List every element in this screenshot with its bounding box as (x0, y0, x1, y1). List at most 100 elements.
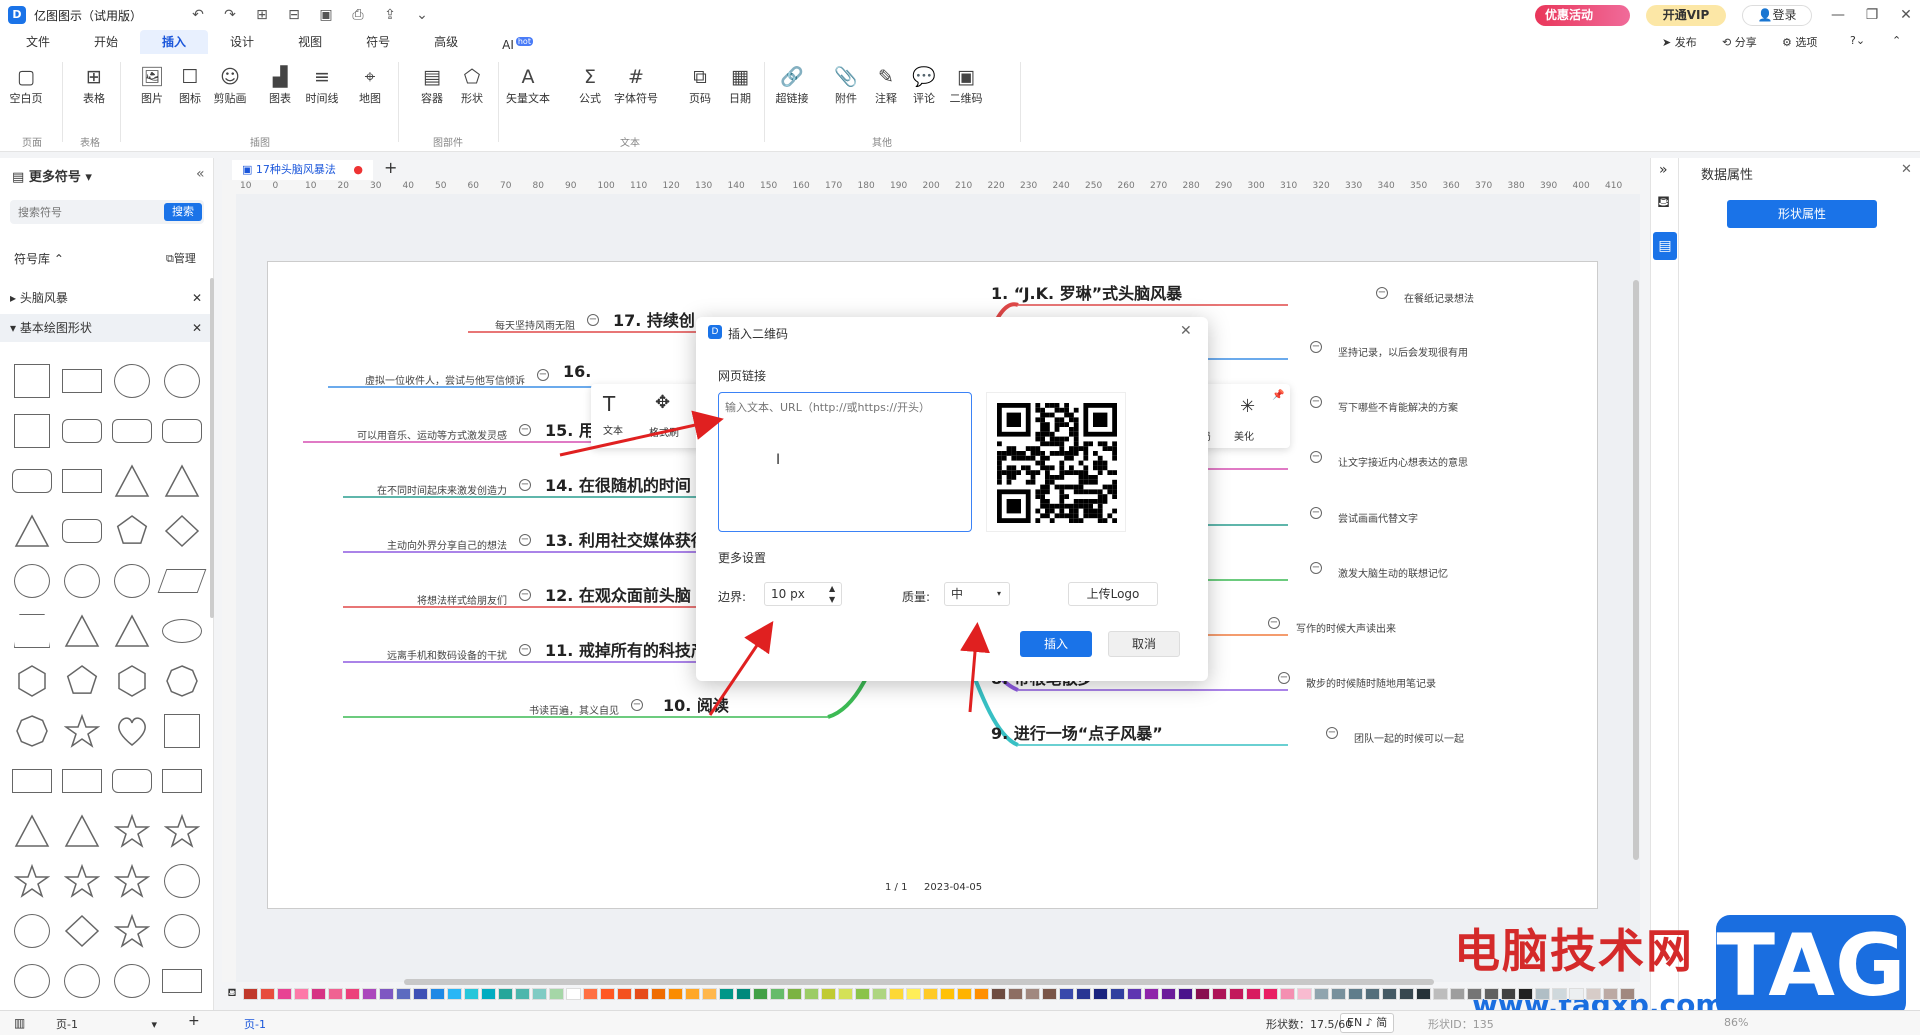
color-swatch[interactable] (1076, 988, 1091, 1000)
color-swatch[interactable] (1603, 988, 1618, 1000)
color-swatch[interactable] (243, 988, 258, 1000)
color-swatch[interactable] (260, 988, 275, 1000)
expand-panel-icon[interactable]: » (1659, 162, 1668, 178)
color-swatch[interactable] (1280, 988, 1295, 1000)
color-swatch[interactable] (1195, 988, 1210, 1000)
color-swatch[interactable] (1365, 988, 1380, 1000)
color-swatch[interactable] (1297, 988, 1312, 1000)
color-swatch[interactable] (379, 988, 394, 1000)
color-swatch[interactable] (1263, 988, 1278, 1000)
color-swatch[interactable] (1314, 988, 1329, 1000)
color-swatch[interactable] (532, 988, 547, 1000)
color-swatch[interactable] (515, 988, 530, 1000)
color-swatch[interactable] (447, 988, 462, 1000)
color-swatch[interactable] (1620, 988, 1635, 1000)
page-layout-icon[interactable]: ▥ (14, 1016, 25, 1030)
color-swatch[interactable] (872, 988, 887, 1000)
zoom-level[interactable]: 86% (1724, 1016, 1748, 1029)
color-swatch[interactable] (1008, 988, 1023, 1000)
paint-bucket-icon[interactable]: ⛾ (1657, 192, 1670, 213)
annotation-arrow (559, 410, 724, 457)
shape-count: 形状数：17.5/60 (1266, 1018, 1353, 1031)
color-swatch[interactable] (1348, 988, 1363, 1000)
color-swatch[interactable] (668, 988, 683, 1000)
color-swatch[interactable] (685, 988, 700, 1000)
color-swatch[interactable] (1161, 988, 1176, 1000)
color-swatch[interactable] (821, 988, 836, 1000)
fill-bucket-icon[interactable]: ⛾ (222, 986, 242, 1002)
color-swatch[interactable] (1535, 988, 1550, 1000)
color-swatch[interactable] (940, 988, 955, 1000)
color-swatch[interactable] (923, 988, 938, 1000)
page-tab[interactable]: 页-1 (244, 1016, 266, 1032)
color-swatch[interactable] (396, 988, 411, 1000)
color-swatch[interactable] (1212, 988, 1227, 1000)
color-swatch[interactable] (753, 988, 768, 1000)
annotation-arrows (559, 410, 990, 716)
close-icon[interactable]: ✕ (1901, 162, 1912, 177)
color-swatch[interactable] (1484, 988, 1499, 1000)
color-swatch[interactable] (889, 988, 904, 1000)
color-swatch[interactable] (1552, 988, 1567, 1000)
color-swatch[interactable] (804, 988, 819, 1000)
color-swatch[interactable] (481, 988, 496, 1000)
color-swatch[interactable] (991, 988, 1006, 1000)
color-swatch[interactable] (498, 988, 513, 1000)
color-swatch[interactable] (1110, 988, 1125, 1000)
color-swatch[interactable] (736, 988, 751, 1000)
color-swatch[interactable] (345, 988, 360, 1000)
canvas-vertical-scrollbar[interactable] (1633, 280, 1639, 860)
color-swatch[interactable] (464, 988, 479, 1000)
add-page-icon[interactable]: + (188, 1013, 200, 1029)
color-swatch[interactable] (277, 988, 292, 1000)
color-swatch[interactable] (583, 988, 598, 1000)
color-swatch[interactable] (702, 988, 717, 1000)
color-swatch[interactable] (1416, 988, 1431, 1000)
color-swatch[interactable] (1586, 988, 1601, 1000)
color-swatch[interactable] (328, 988, 343, 1000)
color-swatch[interactable] (855, 988, 870, 1000)
color-swatch[interactable] (1246, 988, 1261, 1000)
color-swatch[interactable] (1518, 988, 1533, 1000)
color-swatch[interactable] (1059, 988, 1074, 1000)
color-swatch[interactable] (719, 988, 734, 1000)
color-swatch[interactable] (430, 988, 445, 1000)
color-swatch[interactable] (634, 988, 649, 1000)
color-swatch[interactable] (362, 988, 377, 1000)
color-swatch[interactable] (1433, 988, 1448, 1000)
color-swatch[interactable] (1501, 988, 1516, 1000)
color-swatch[interactable] (566, 988, 581, 1000)
color-swatch[interactable] (651, 988, 666, 1000)
color-swatch[interactable] (311, 988, 326, 1000)
data-properties-icon[interactable]: ▤ (1653, 232, 1677, 260)
shape-properties-button[interactable]: 形状属性 (1727, 200, 1877, 228)
color-swatch[interactable] (787, 988, 802, 1000)
color-swatch[interactable] (1025, 988, 1040, 1000)
color-swatch[interactable] (770, 988, 785, 1000)
color-swatch[interactable] (1399, 988, 1414, 1000)
color-swatch[interactable] (549, 988, 564, 1000)
color-swatch[interactable] (974, 988, 989, 1000)
color-swatch[interactable] (838, 988, 853, 1000)
color-swatch[interactable] (1450, 988, 1465, 1000)
page-select[interactable]: 页-1 ▾ (56, 1016, 157, 1032)
color-swatch[interactable] (1569, 988, 1584, 1000)
color-swatch[interactable] (906, 988, 921, 1000)
color-swatch[interactable] (600, 988, 615, 1000)
canvas-horizontal-scrollbar[interactable] (404, 979, 1434, 985)
color-swatch[interactable] (1127, 988, 1142, 1000)
color-swatch[interactable] (1093, 988, 1108, 1000)
color-palette: ⛾ (222, 986, 1650, 1002)
color-swatch[interactable] (1331, 988, 1346, 1000)
watermark-tag-logo: TAG (1716, 915, 1906, 1017)
color-swatch[interactable] (1382, 988, 1397, 1000)
color-swatch[interactable] (1042, 988, 1057, 1000)
color-swatch[interactable] (1178, 988, 1193, 1000)
color-swatch[interactable] (957, 988, 972, 1000)
color-swatch[interactable] (413, 988, 428, 1000)
color-swatch[interactable] (617, 988, 632, 1000)
color-swatch[interactable] (1144, 988, 1159, 1000)
color-swatch[interactable] (1467, 988, 1482, 1000)
color-swatch[interactable] (294, 988, 309, 1000)
color-swatch[interactable] (1229, 988, 1244, 1000)
